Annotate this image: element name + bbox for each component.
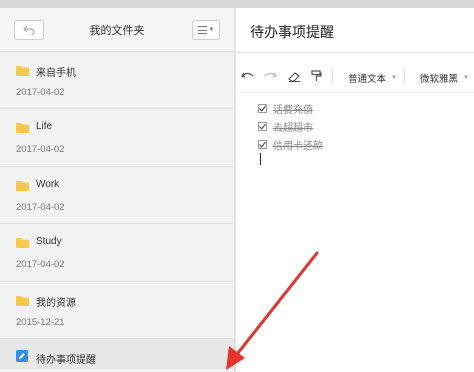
annotation-arrow — [226, 251, 319, 370]
